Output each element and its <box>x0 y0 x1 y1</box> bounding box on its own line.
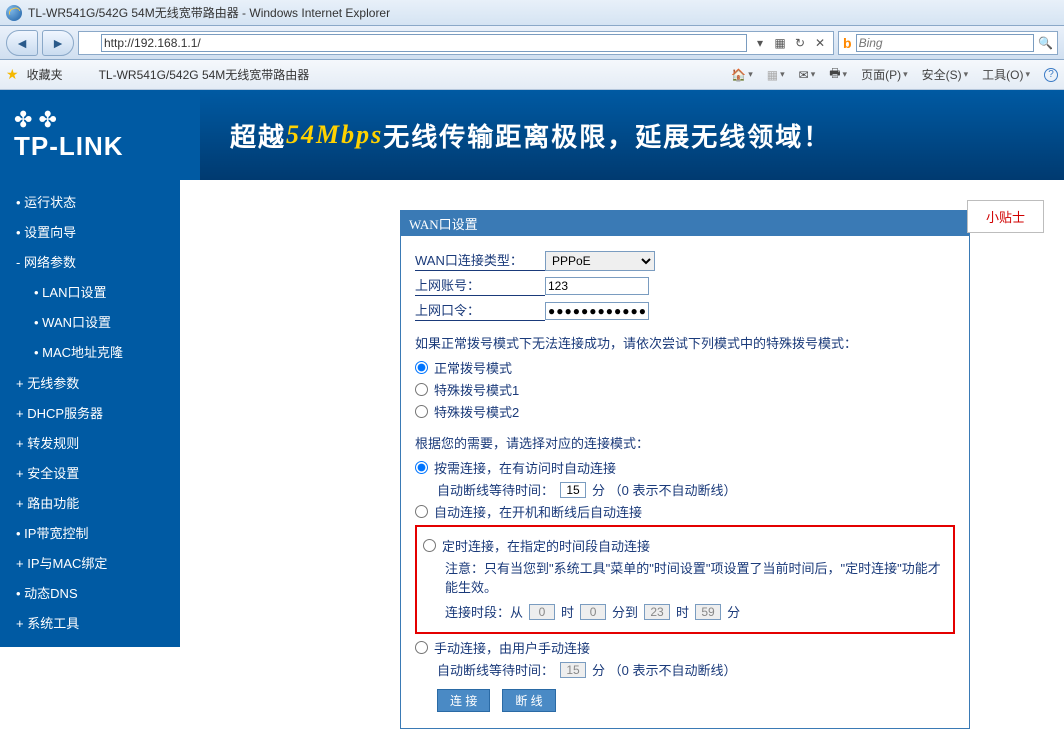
sidebar-item-mac[interactable]: • MAC地址克隆 <box>0 338 180 368</box>
mode-manual-label: 手动连接，由用户手动连接 <box>434 638 590 657</box>
search-go-icon[interactable]: 🔍 <box>1038 36 1053 50</box>
forward-button[interactable]: ► <box>42 30 74 56</box>
mode-timed-label: 定时连接，在指定的时间段自动连接 <box>442 536 650 555</box>
auto-disc-unit: 分 （0 表示不自动断线） <box>592 480 736 499</box>
tab-icon <box>81 68 95 82</box>
navbar: ◄ ► ▾ ▦ ↻ ✕ b 🔍 <box>0 26 1064 60</box>
address-input[interactable] <box>101 34 747 52</box>
need-note: 根据您的需要，请选择对应的连接模式： <box>415 433 955 452</box>
tools-menu[interactable]: 工具(O)▾ <box>982 66 1030 83</box>
logo-bulb-icon: ✤ ✤ <box>14 109 57 131</box>
conn-type-select[interactable]: PPPoE <box>545 251 655 271</box>
mode-on-demand-radio[interactable] <box>415 461 428 474</box>
print-icon[interactable]: 🖶▾ <box>829 64 847 85</box>
sidebar: • 运行状态 • 设置向导 - 网络参数 • LAN口设置 • WAN口设置 •… <box>0 180 180 647</box>
sidebar-item-routing[interactable]: + 路由功能 <box>0 489 180 519</box>
help-icon[interactable]: ? <box>1044 68 1058 82</box>
favorites-label[interactable]: 收藏夹 <box>27 66 63 83</box>
wan-panel: WAN口设置 WAN口连接类型： PPPoE 上网账号： 上网口令： 如果正常拨 <box>400 210 970 729</box>
sidebar-item-forward[interactable]: + 转发规则 <box>0 429 180 459</box>
favorites-icon[interactable]: ★ <box>6 66 19 83</box>
router-page: ✤ ✤ TP-LINK 超越 54Mbps 无线传输距离极限，延展无线领域！ •… <box>0 90 1064 694</box>
toolbar: ★ 收藏夹 TL-WR541G/542G 54M无线宽带路由器 🏠▾ ▦▾ ✉▾… <box>0 60 1064 90</box>
search-input[interactable] <box>856 34 1034 52</box>
time-h2-input[interactable] <box>644 604 670 620</box>
panel-header: WAN口设置 <box>401 211 969 236</box>
page-icon <box>83 36 97 50</box>
dropdown-icon[interactable]: ▾ <box>751 36 769 50</box>
connect-button[interactable]: 连 接 <box>437 689 490 712</box>
logo: ✤ ✤ TP-LINK <box>0 90 200 180</box>
ie-icon <box>6 5 22 21</box>
manual-disc-unit: 分 （0 表示不自动断线） <box>592 660 736 679</box>
timed-note: 注意：只有当您到"系统工具"菜单的"时间设置"项设置了当前时间后，"定时连接"功… <box>445 558 947 596</box>
tab[interactable]: TL-WR541G/542G 54M无线宽带路由器 <box>81 66 310 83</box>
account-input[interactable] <box>545 277 649 295</box>
auto-disc-input[interactable] <box>560 482 586 498</box>
mode-manual-radio[interactable] <box>415 641 428 654</box>
address-actions: ▾ ▦ ↻ ✕ <box>751 36 829 50</box>
mode-timed-radio[interactable] <box>423 539 436 552</box>
tips-box: 小贴士 <box>967 200 1044 233</box>
banner: ✤ ✤ TP-LINK 超越 54Mbps 无线传输距离极限，延展无线领域！ <box>0 90 1064 180</box>
compat-icon[interactable]: ▦ <box>771 36 789 50</box>
dial-sp1-radio[interactable] <box>415 383 428 396</box>
mode-on-demand-label: 按需连接，在有访问时自动连接 <box>434 458 616 477</box>
conn-type-label: WAN口连接类型： <box>415 250 545 271</box>
page-menu[interactable]: 页面(P)▾ <box>861 66 908 83</box>
banner-slogan: 超越 54Mbps 无线传输距离极限，延展无线领域！ <box>200 90 1064 180</box>
dial-normal-label: 正常拨号模式 <box>434 358 512 377</box>
time-m2-input[interactable] <box>695 604 721 620</box>
dial-sp1-label: 特殊拨号模式1 <box>434 380 519 399</box>
sidebar-item-ipbw[interactable]: • IP带宽控制 <box>0 519 180 549</box>
timed-highlight-box: 定时连接，在指定的时间段自动连接 注意：只有当您到"系统工具"菜单的"时间设置"… <box>415 525 955 634</box>
sidebar-item-wizard[interactable]: • 设置向导 <box>0 218 180 248</box>
dial-normal-radio[interactable] <box>415 361 428 374</box>
window-title: TL-WR541G/542G 54M无线宽带路由器 - Windows Inte… <box>28 4 390 21</box>
dial-sp2-label: 特殊拨号模式2 <box>434 402 519 421</box>
manual-disc-label: 自动断线等待时间： <box>437 660 554 679</box>
stop-icon[interactable]: ✕ <box>811 36 829 50</box>
mode-auto-radio[interactable] <box>415 505 428 518</box>
sidebar-item-dhcp[interactable]: + DHCP服务器 <box>0 399 180 429</box>
sidebar-item-systools[interactable]: + 系统工具 <box>0 609 180 639</box>
password-input[interactable] <box>545 302 649 320</box>
bing-icon: b <box>843 35 852 51</box>
sidebar-item-ipmac[interactable]: + IP与MAC绑定 <box>0 549 180 579</box>
dial-sp2-radio[interactable] <box>415 405 428 418</box>
address-bar[interactable]: ▾ ▦ ↻ ✕ <box>78 31 834 55</box>
mail-icon[interactable]: ✉▾ <box>799 68 816 82</box>
search-bar[interactable]: b 🔍 <box>838 31 1058 55</box>
sidebar-item-wireless[interactable]: + 无线参数 <box>0 369 180 399</box>
time-h1-input[interactable] <box>529 604 555 620</box>
sidebar-item-security[interactable]: + 安全设置 <box>0 459 180 489</box>
manual-disc-input[interactable] <box>560 662 586 678</box>
back-button[interactable]: ◄ <box>6 30 38 56</box>
time-range-label: 连接时段：从 <box>445 602 523 621</box>
mode-auto-label: 自动连接，在开机和断线后自动连接 <box>434 502 642 521</box>
auto-disc-label: 自动断线等待时间： <box>437 480 554 499</box>
refresh-icon[interactable]: ↻ <box>791 36 809 50</box>
sidebar-item-network[interactable]: - 网络参数 <box>0 248 180 278</box>
window-titlebar: TL-WR541G/542G 54M无线宽带路由器 - Windows Inte… <box>0 0 1064 26</box>
disconnect-button[interactable]: 断 线 <box>502 689 555 712</box>
home-icon[interactable]: 🏠▾ <box>731 68 752 82</box>
password-label: 上网口令： <box>415 300 545 321</box>
safety-menu[interactable]: 安全(S)▾ <box>922 66 969 83</box>
tab-title-text: TL-WR541G/542G 54M无线宽带路由器 <box>99 66 310 83</box>
account-label: 上网账号： <box>415 275 545 296</box>
feeds-icon[interactable]: ▦▾ <box>767 68 785 82</box>
logo-text: TP-LINK <box>14 131 124 162</box>
sidebar-item-wan[interactable]: • WAN口设置 <box>0 308 180 338</box>
sidebar-item-ddns[interactable]: • 动态DNS <box>0 579 180 609</box>
sidebar-item-lan[interactable]: • LAN口设置 <box>0 278 180 308</box>
dial-note: 如果正常拨号模式下无法连接成功，请依次尝试下列模式中的特殊拨号模式： <box>415 333 955 352</box>
sidebar-item-status[interactable]: • 运行状态 <box>0 188 180 218</box>
time-m1-input[interactable] <box>580 604 606 620</box>
